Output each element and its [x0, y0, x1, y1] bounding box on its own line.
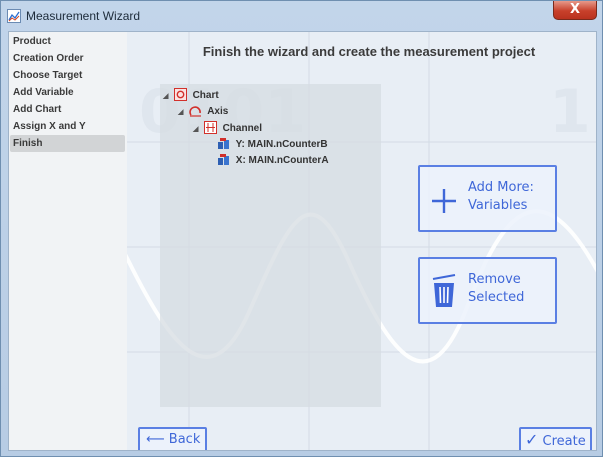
tree-node-variable-x[interactable]: X: MAIN.nCounterA: [217, 153, 329, 169]
axis-icon: [189, 106, 201, 117]
tree-label: Channel: [222, 123, 263, 134]
chart-app-icon: [7, 9, 21, 23]
chart-icon: [173, 88, 187, 101]
sidebar-item-product[interactable]: Product: [10, 33, 125, 50]
page-title: Finish the wizard and create the measure…: [202, 44, 536, 59]
add-more-label: Add More: Variables: [468, 179, 534, 215]
svg-text:1: 1: [549, 77, 591, 147]
tree-label: Y: MAIN.nCounterB: [235, 139, 328, 150]
tree-node-variable-y[interactable]: Y: MAIN.nCounterB: [217, 137, 328, 153]
add-more-line1: Add More:: [468, 180, 534, 195]
back-button[interactable]: ⟵ Back: [138, 427, 207, 450]
tree-label: Chart: [192, 90, 219, 101]
tree-node-chart[interactable]: ◢ Chart: [163, 88, 219, 104]
tree-node-channel[interactable]: ◢ Channel: [193, 121, 262, 137]
sidebar-item-add-chart[interactable]: Add Chart: [10, 101, 125, 118]
create-label: Create: [542, 434, 586, 449]
tree-node-axis[interactable]: ◢ Axis: [178, 104, 228, 120]
window-title: Measurement Wizard: [26, 9, 141, 23]
add-more-line2: Variables: [468, 198, 528, 213]
remove-line1: Remove: [468, 272, 521, 287]
wizard-steps-sidebar: Product Creation Order Choose Target Add…: [9, 32, 127, 450]
expand-arrow-icon[interactable]: ◢: [178, 105, 186, 121]
channel-icon: [203, 121, 217, 134]
sidebar-item-creation-order[interactable]: Creation Order: [10, 50, 125, 67]
variable-icon: [218, 154, 229, 165]
trash-icon: [432, 274, 456, 307]
sidebar-item-add-variable[interactable]: Add Variable: [10, 84, 125, 101]
sidebar-item-assign-xy[interactable]: Assign X and Y Variables: [10, 118, 125, 149]
close-icon: X: [569, 2, 581, 17]
checkmark-icon: ✓: [525, 430, 539, 449]
expand-arrow-icon[interactable]: ◢: [193, 122, 201, 138]
tree-label: X: MAIN.nCounterA: [235, 155, 329, 166]
tree-label: Axis: [207, 106, 229, 117]
title-bar[interactable]: Measurement Wizard X: [1, 1, 602, 30]
expand-arrow-icon[interactable]: ◢: [163, 89, 171, 105]
back-label: Back: [168, 432, 201, 447]
sidebar-item-choose-target[interactable]: Choose Target: [10, 67, 125, 84]
wizard-window: Measurement Wizard X 0101 1 Product Crea…: [0, 0, 603, 457]
remove-selected-button[interactable]: Remove Selected: [418, 257, 557, 324]
sidebar-item-finish[interactable]: Finish: [10, 135, 125, 152]
arrow-left-icon: ⟵: [146, 432, 165, 447]
add-more-variables-button[interactable]: Add More: Variables: [418, 165, 557, 232]
create-button[interactable]: ✓ Create: [519, 427, 592, 450]
variable-icon: [218, 138, 229, 149]
remove-line2: Selected: [468, 290, 525, 305]
close-button[interactable]: X: [553, 1, 597, 20]
plus-icon: [432, 189, 456, 213]
project-tree: ◢ Chart ◢ Axis ◢ Channel Y: MAIN.nCounte…: [160, 84, 381, 407]
remove-label: Remove Selected: [468, 271, 524, 307]
wizard-client-area: 0101 1 Product Creation Order Choose Tar…: [8, 31, 597, 451]
